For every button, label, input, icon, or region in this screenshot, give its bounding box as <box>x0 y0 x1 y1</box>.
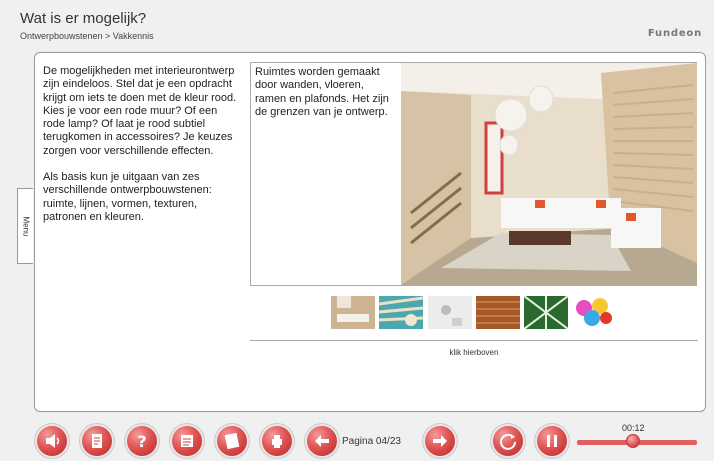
document-icon <box>92 434 102 448</box>
replay-icon <box>500 433 516 450</box>
notes-icon <box>181 435 193 447</box>
menu-tab[interactable]: Menu <box>17 188 33 264</box>
pause-icon <box>547 435 557 447</box>
notes-button[interactable] <box>172 426 202 456</box>
thumbnail-texturen[interactable] <box>476 296 520 329</box>
living-room-image <box>401 63 697 285</box>
arrow-left-icon <box>315 435 329 447</box>
page-title: Wat is er mogelijk? <box>20 10 147 27</box>
breadcrumb: Ontwerpbouwstenen > Vakkennis <box>20 31 154 41</box>
previous-page-button[interactable] <box>307 426 337 456</box>
thumbnail-lijnen[interactable] <box>379 296 423 329</box>
thumbnail-ruimte[interactable] <box>331 296 375 329</box>
toolbar: ? Pagina 04/23 00:12 <box>0 418 714 461</box>
logo-text: Fundeon <box>647 28 702 39</box>
intro-text: De mogelijkheden met interieurontwerp zi… <box>43 65 241 237</box>
list-icon <box>224 432 240 450</box>
thumbnail-vormen[interactable] <box>428 296 472 329</box>
divider <box>250 340 698 341</box>
help-icon: ? <box>137 432 146 451</box>
speaker-icon <box>46 434 60 448</box>
print-button[interactable] <box>262 426 292 456</box>
fundeon-logo: Fundeon <box>648 28 702 39</box>
menu-tab-label: Menu <box>21 215 31 237</box>
intro-paragraph-1: De mogelijkheden met interieurontwerp zi… <box>43 65 237 157</box>
hint-text: klik hierboven <box>449 348 499 357</box>
thumbnail-kleuren[interactable] <box>572 296 616 329</box>
help-button[interactable]: ? <box>127 426 157 456</box>
next-page-button[interactable] <box>425 426 455 456</box>
progress-knob[interactable] <box>626 434 641 448</box>
document-button[interactable] <box>82 426 112 456</box>
pause-button[interactable] <box>537 426 567 456</box>
list-button[interactable] <box>217 426 247 456</box>
page-indicator: Pagina 04/23 <box>342 436 401 447</box>
thumbnail-patronen[interactable] <box>524 296 568 329</box>
replay-button[interactable] <box>493 426 523 456</box>
print-icon <box>272 435 282 448</box>
feature-text: Ruimtes worden gemaakt door wanden, vloe… <box>255 66 389 118</box>
time-readout: 00:12 <box>622 423 645 433</box>
header: Wat is er mogelijk? Ontwerpbouwstenen > … <box>0 0 714 48</box>
intro-paragraph-2: Als basis kun je uitgaan van zes verschi… <box>43 171 212 223</box>
audio-button[interactable] <box>37 426 67 456</box>
svg-text:?: ? <box>137 432 146 451</box>
feature-box: Ruimtes worden gemaakt door wanden, vloe… <box>250 62 697 286</box>
arrow-right-icon <box>433 435 447 447</box>
